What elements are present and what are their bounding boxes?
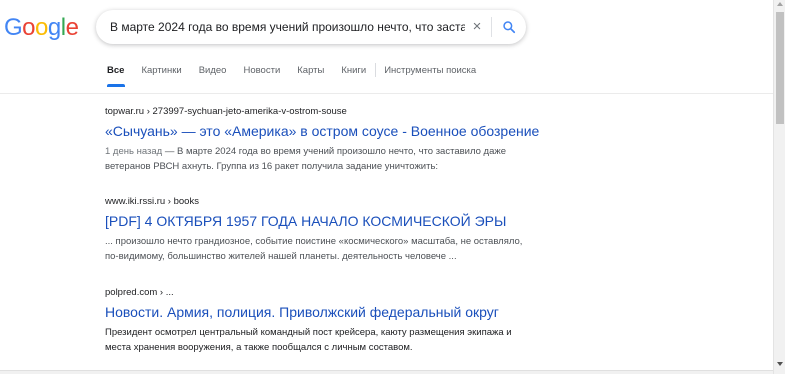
scroll-thumb[interactable] (776, 12, 784, 124)
result-snippet: 1 день назад — В марте 2024 года во врем… (105, 144, 525, 174)
scroll-down-icon[interactable] (777, 362, 783, 366)
google-logo[interactable]: Google (4, 14, 79, 42)
scroll-up-icon[interactable] (777, 2, 783, 6)
result-title-link[interactable]: «Сычуань» — это «Америка» в остром соусе… (105, 123, 539, 139)
logo-letters: Google (4, 14, 79, 41)
page-scrollbar[interactable] (773, 0, 785, 374)
result-date: 1 день назад (105, 146, 163, 157)
tab-video[interactable]: Видео (199, 65, 227, 76)
search-icon (503, 21, 516, 34)
logo-letter: g (47, 14, 61, 41)
clear-icon[interactable]: × (469, 19, 485, 35)
result-breadcrumb[interactable]: www.iki.rssi.ru › books (105, 196, 525, 207)
search-tabs: Все Картинки Видео Новости Карты Книги И… (107, 63, 493, 87)
search-input[interactable] (110, 20, 465, 34)
tab-news[interactable]: Новости (243, 65, 280, 76)
logo-letter: G (4, 14, 23, 41)
result-title-link[interactable]: Новости. Армия, полиция. Приволжский фед… (105, 304, 525, 320)
result-snippet: Президент осмотрел центральный командный… (105, 327, 512, 353)
header-divider (0, 93, 773, 94)
result-breadcrumb[interactable]: topwar.ru › 273997-sychuan-jeto-amerika-… (105, 106, 525, 117)
logo-letter: o (22, 14, 36, 41)
search-result: www.iki.rssi.ru › books [PDF] 4 ОКТЯБРЯ … (105, 196, 525, 264)
result-snippet-text: — В марте 2024 года во время учений прои… (105, 146, 506, 172)
tab-images[interactable]: Картинки (141, 65, 181, 76)
result-breadcrumb[interactable]: polpred.com › ... (105, 287, 525, 298)
tab-search-tools[interactable]: Инструменты поиска (384, 65, 476, 76)
tabs-divider (375, 63, 377, 77)
search-box: × (96, 10, 526, 44)
tab-all[interactable]: Все (107, 64, 125, 87)
result-snippet: ... произошло нечто грандиозное, событие… (105, 236, 523, 262)
logo-letter: o (35, 14, 48, 41)
tab-books[interactable]: Книги (341, 65, 366, 76)
tab-active-indicator (107, 83, 125, 87)
bottom-scrollbar[interactable] (0, 370, 773, 374)
search-result: topwar.ru › 273997-sychuan-jeto-amerika-… (105, 106, 539, 174)
result-title-link[interactable]: [PDF] 4 ОКТЯБРЯ 1957 ГОДА НАЧАЛО КОСМИЧЕ… (105, 213, 525, 229)
tab-maps[interactable]: Карты (297, 65, 324, 76)
search-result: polpred.com › ... Новости. Армия, полици… (105, 287, 525, 355)
search-button[interactable] (492, 10, 526, 44)
logo-letter: e (65, 14, 79, 41)
tab-all-label: Все (107, 64, 125, 76)
